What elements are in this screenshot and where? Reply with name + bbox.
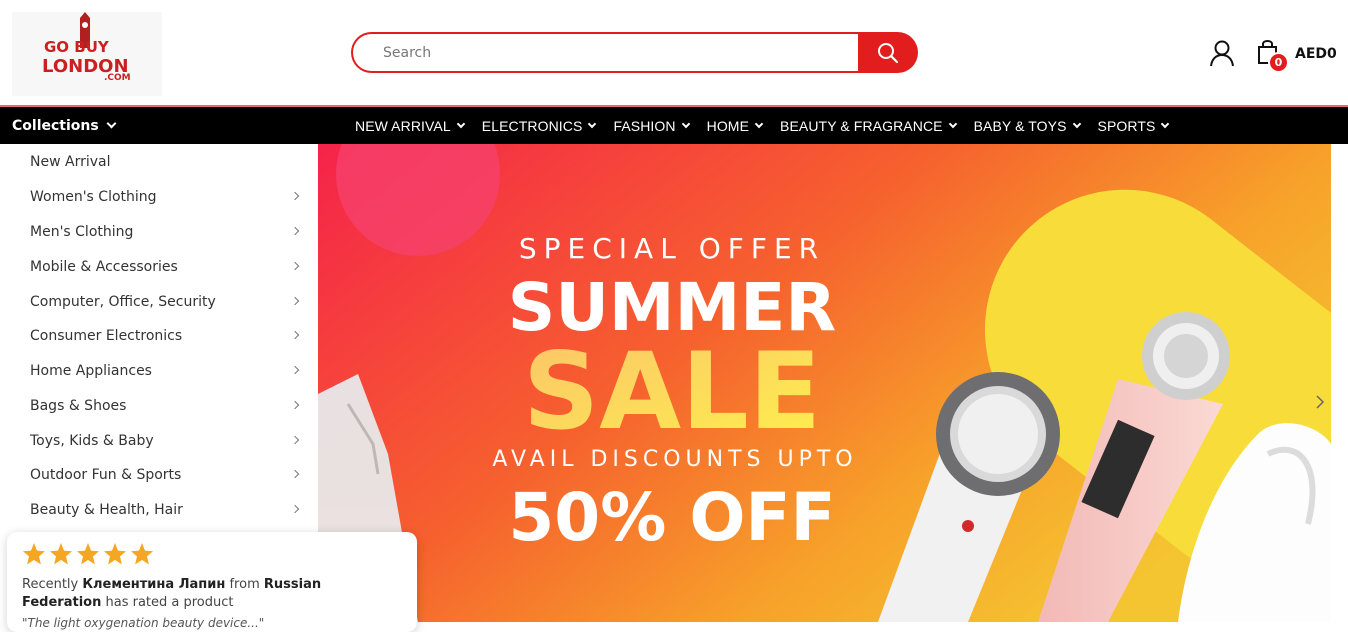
sidebar-item-consumer-electronics[interactable]: Consumer Electronics — [30, 318, 300, 353]
account-button[interactable] — [1208, 39, 1236, 67]
sidebar-item-toys-kids-baby[interactable]: Toys, Kids & Baby — [30, 423, 300, 458]
chevron-down-icon — [754, 119, 764, 128]
banner-sale: SALE — [523, 330, 821, 453]
main-nav: Collections NEW ARRIVAL ELECTRONICS FASH… — [0, 107, 1348, 144]
site-logo[interactable]: GO BUY LONDON .COM — [12, 12, 162, 96]
chevron-right-icon — [290, 191, 300, 201]
search-icon — [878, 42, 899, 63]
cart-count-badge: 0 — [1268, 52, 1289, 73]
sidebar-item-outdoor-fun-sports[interactable]: Outdoor Fun & Sports — [30, 457, 300, 492]
chevron-down-icon — [456, 119, 466, 128]
site-header: GO BUY LONDON .COM 0 AED0 — [0, 0, 1348, 106]
sidebar-item-mobile-accessories[interactable]: Mobile & Accessories — [30, 249, 300, 284]
sidebar-item-label: Home Appliances — [30, 362, 152, 379]
sidebar-item-label: Consumer Electronics — [30, 327, 183, 344]
user-icon — [1210, 40, 1234, 67]
banner-50-off: 50% OFF — [508, 479, 835, 556]
review-from: from — [229, 577, 260, 592]
nav-item-label: HOME — [706, 117, 750, 134]
chevron-right-icon — [290, 435, 300, 445]
search-input[interactable] — [351, 32, 871, 73]
nav-item-label: SPORTS — [1097, 117, 1156, 134]
nav-item-home[interactable]: HOME — [706, 117, 764, 134]
cart-button[interactable]: 0 AED0 — [1256, 38, 1337, 74]
nav-item-label: FASHION — [613, 117, 676, 134]
chevron-right-icon — [290, 469, 300, 479]
sidebar-item-label: Women's Clothing — [30, 188, 157, 205]
sidebar-item-label: Mobile & Accessories — [30, 258, 178, 275]
nav-item-beauty-fragrance[interactable]: BEAUTY & FRAGRANCE — [780, 117, 957, 134]
chevron-right-icon — [290, 365, 300, 375]
sidebar-item-beauty-health-hair[interactable]: Beauty & Health, Hair — [30, 492, 300, 527]
collections-dropdown[interactable]: Collections — [12, 107, 117, 144]
sidebar-item-bags-shoes[interactable]: Bags & Shoes — [30, 388, 300, 423]
nav-item-baby-toys[interactable]: BABY & TOYS — [973, 117, 1081, 134]
sidebar-item-label: Men's Clothing — [30, 223, 134, 240]
review-prefix: Recently — [22, 577, 79, 592]
sidebar-item-computer-office-security[interactable]: Computer, Office, Security — [30, 284, 300, 319]
sidebar-item-label: Beauty & Health, Hair — [30, 501, 183, 518]
banner-avail-discounts: AVAIL DISCOUNTS UPTO — [492, 447, 857, 472]
nav-item-fashion[interactable]: FASHION — [613, 117, 690, 134]
star-icon — [104, 543, 126, 565]
sidebar-item-home-appliances[interactable]: Home Appliances — [30, 353, 300, 388]
banner-special-offer: SPECIAL OFFER — [519, 232, 825, 265]
collections-label: Collections — [12, 117, 99, 134]
star-icon — [50, 543, 72, 565]
reviewer-name: Клементина Лапин — [82, 577, 226, 592]
nav-item-electronics[interactable]: ELECTRONICS — [481, 117, 597, 134]
sidebar-item-new-arrival[interactable]: New Arrival — [30, 144, 300, 179]
chevron-right-icon — [290, 400, 300, 410]
chevron-right-icon — [290, 226, 300, 236]
chevron-right-icon — [290, 261, 300, 271]
star-rating — [22, 542, 402, 566]
star-icon — [131, 543, 153, 565]
nav-menu: NEW ARRIVAL ELECTRONICS FASHION HOME BEA… — [355, 107, 1186, 144]
review-message: Recently Клементина Лапин from Russian F… — [22, 576, 402, 612]
banner-next-button[interactable] — [1312, 394, 1328, 410]
review-suffix: has rated a product — [105, 595, 234, 610]
nav-item-sports[interactable]: SPORTS — [1097, 117, 1170, 134]
nav-item-label: BABY & TOYS — [973, 117, 1067, 134]
sidebar-item-label: Bags & Shoes — [30, 397, 127, 414]
chevron-down-icon — [948, 119, 957, 128]
chevron-right-icon — [290, 330, 300, 340]
sidebar-item-label: New Arrival — [30, 153, 111, 170]
search-bar — [351, 32, 918, 73]
chevron-down-icon — [1161, 119, 1170, 128]
svg-text:GO BUY: GO BUY — [44, 38, 110, 56]
chevron-right-icon — [1316, 395, 1325, 409]
nav-item-new-arrival[interactable]: NEW ARRIVAL — [355, 117, 466, 134]
star-icon — [23, 543, 45, 565]
chevron-right-icon — [290, 296, 300, 306]
chevron-right-icon — [290, 504, 300, 514]
svg-text:.COM: .COM — [104, 73, 131, 83]
nav-item-label: BEAUTY & FRAGRANCE — [780, 117, 943, 134]
search-button[interactable] — [858, 32, 918, 73]
sidebar-item-label: Toys, Kids & Baby — [30, 432, 154, 449]
sidebar-item-mens-clothing[interactable]: Men's Clothing — [30, 214, 300, 249]
nav-item-label: NEW ARRIVAL — [355, 117, 451, 134]
sidebar-item-womens-clothing[interactable]: Women's Clothing — [30, 179, 300, 214]
review-quote: "The light oxygenation beauty device..." — [22, 616, 265, 630]
recent-review-popup[interactable]: Recently Клементина Лапин from Russian F… — [7, 532, 417, 632]
chevron-down-icon — [106, 118, 117, 129]
chevron-down-icon — [588, 119, 597, 128]
chevron-down-icon — [681, 119, 690, 128]
cart-total: AED0 — [1295, 46, 1337, 62]
hero-banner[interactable]: SPECIAL OFFER SUMMER SALE AVAIL DISCOUNT… — [318, 144, 1331, 622]
chevron-down-icon — [1072, 119, 1081, 128]
star-icon — [77, 543, 99, 565]
nav-item-label: ELECTRONICS — [481, 117, 583, 134]
sidebar-item-label: Outdoor Fun & Sports — [30, 466, 182, 483]
sidebar-item-label: Computer, Office, Security — [30, 293, 216, 310]
